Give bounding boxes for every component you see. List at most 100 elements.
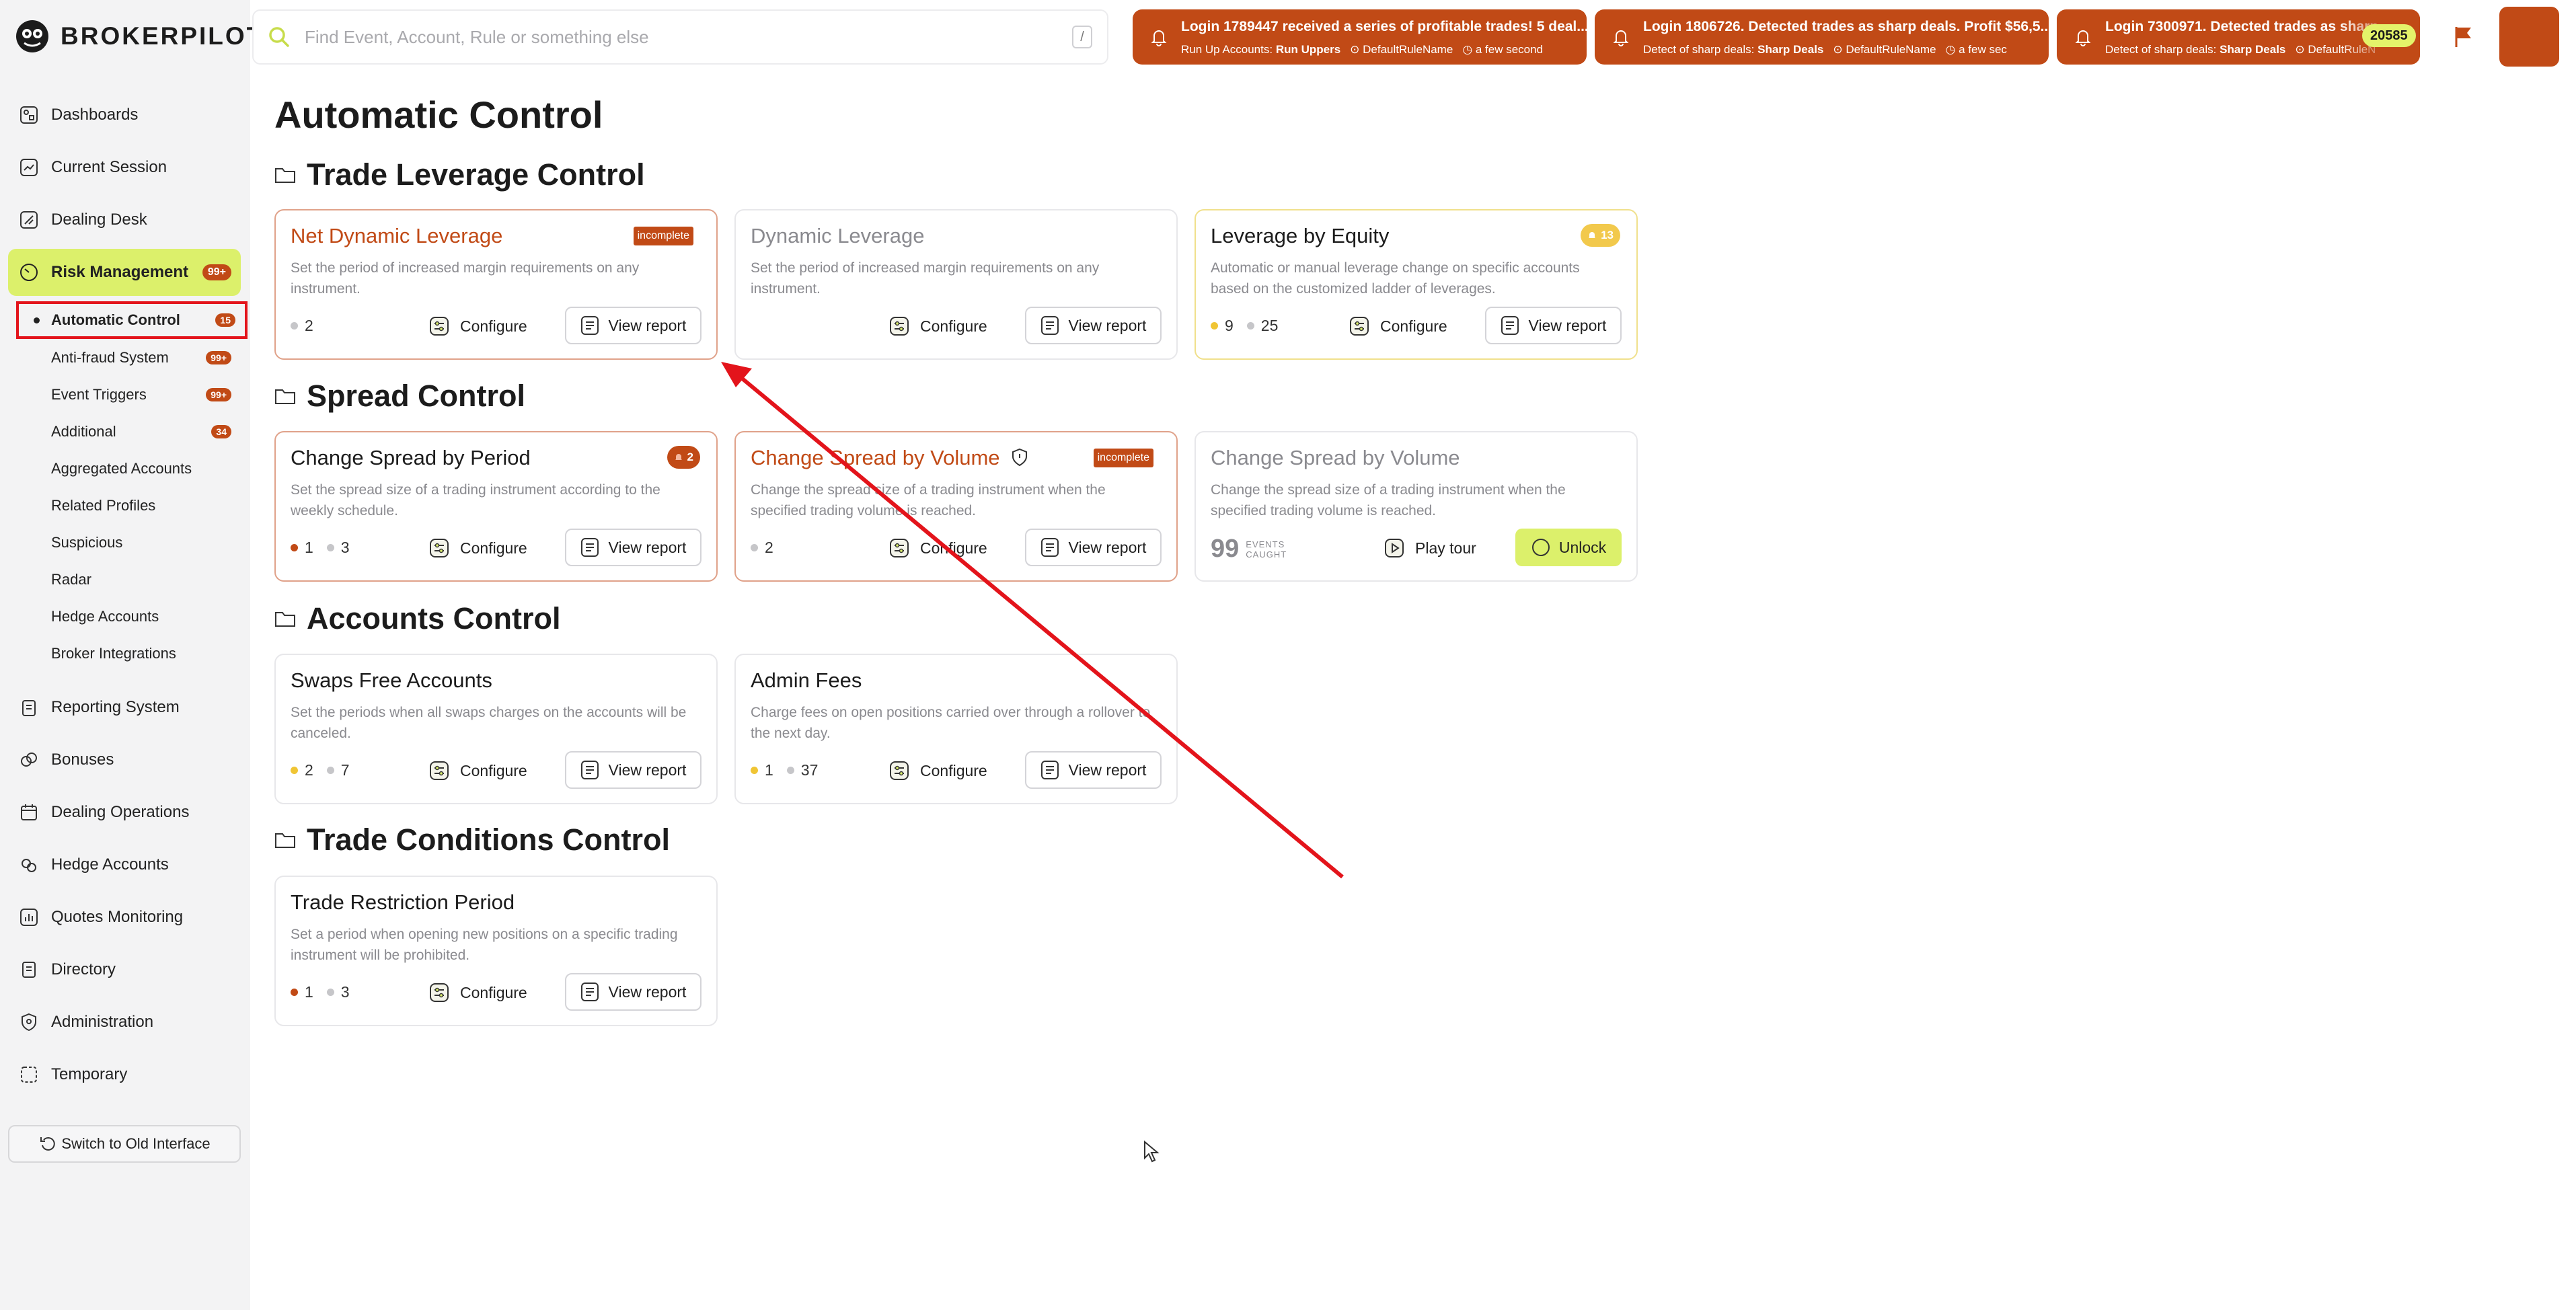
count-value: 2 — [305, 317, 313, 334]
section-label: Trade Conditions Control — [307, 822, 670, 857]
card-trade-restriction-period[interactable]: Trade Restriction Period Set a period wh… — [274, 876, 718, 1026]
notification-group: Run Up Accounts: — [1181, 43, 1273, 56]
notification-group-value: Run Uppers — [1275, 43, 1341, 56]
card-change-spread-by-volume[interactable]: Change Spread by Volume incomplete Chang… — [734, 431, 1178, 582]
report-icon — [580, 316, 599, 335]
card-description: Change the spread size of a trading inst… — [751, 482, 1106, 518]
count-value: 9 — [1225, 317, 1234, 334]
grey-dot-icon — [751, 544, 758, 551]
sub-item-radar[interactable]: Radar — [8, 561, 241, 598]
nav-label: Directory — [51, 960, 116, 978]
play-icon — [1385, 539, 1404, 557]
global-search[interactable]: / — [252, 9, 1108, 65]
bell-icon — [1589, 232, 1596, 238]
sub-item-suspicious[interactable]: Suspicious — [8, 524, 241, 561]
notification-group: Detect of sharp deals: — [2105, 43, 2217, 56]
nav-item-dealing-desk[interactable]: Dealing Desk — [8, 196, 241, 243]
nav-item-quotes-monitoring[interactable]: Quotes Monitoring — [8, 894, 241, 941]
view-report-button[interactable]: View report — [1025, 529, 1162, 566]
dashboard-icon — [20, 106, 38, 124]
sub-item-hedge-accounts[interactable]: Hedge Accounts — [8, 598, 241, 635]
card-admin-fees[interactable]: Admin Fees Charge fees on open positions… — [734, 654, 1178, 804]
nav-item-administration[interactable]: Administration — [8, 999, 241, 1046]
nav-item-current-session[interactable]: Current Session — [8, 144, 241, 191]
unlock-button[interactable]: Unlock — [1515, 529, 1622, 566]
grey-dot-icon — [786, 767, 794, 774]
count-value: 1 — [305, 539, 313, 556]
nav-item-risk-management[interactable]: Risk Management 99+ — [8, 249, 241, 296]
configure-button[interactable]: Configure — [429, 530, 527, 566]
sliders-icon — [430, 539, 449, 557]
count-active: 9 — [1211, 317, 1234, 335]
count-value: 2 — [305, 761, 313, 779]
notification-title: Login 1789447 received a series of profi… — [1181, 19, 1587, 34]
yellow-dot-icon — [291, 767, 298, 774]
view-report-button[interactable]: View report — [565, 751, 702, 789]
configure-button[interactable]: Configure — [889, 530, 987, 566]
nav-item-directory[interactable]: Directory — [8, 946, 241, 993]
card-description: Change the spread size of a trading inst… — [1211, 482, 1566, 518]
sub-item-broker-integrations[interactable]: Broker Integrations — [8, 635, 241, 672]
nav-item-dashboards[interactable]: Dashboards — [8, 91, 241, 139]
configure-button[interactable]: Configure — [1349, 308, 1447, 344]
card-title: Admin Fees — [751, 668, 862, 692]
app-logo[interactable]: BROKERPILOT — [15, 19, 264, 54]
view-report-button[interactable]: View report — [1025, 307, 1162, 344]
configure-button[interactable]: Configure — [889, 308, 987, 344]
notification-toast[interactable]: Login 1806726. Detected trades as sharp … — [1595, 9, 2049, 65]
card-title: Dynamic Leverage — [751, 224, 925, 247]
view-report-button[interactable]: View report — [1025, 751, 1162, 789]
nav-item-reporting-system[interactable]: Reporting System — [8, 684, 241, 731]
sidebar: BROKERPILOT Dashboards Current Session D… — [0, 0, 262, 1310]
card-description: Charge fees on open positions carried ov… — [751, 705, 1151, 741]
red-dot-icon — [291, 989, 298, 996]
card-dynamic-leverage[interactable]: Dynamic Leverage Set the period of incre… — [734, 209, 1178, 360]
sliders-icon — [1350, 317, 1369, 336]
card-leverage-by-equity[interactable]: Leverage by Equity 13 Automatic or manua… — [1195, 209, 1638, 360]
search-input[interactable] — [305, 26, 1045, 48]
user-avatar[interactable] — [2499, 7, 2559, 67]
configure-button[interactable]: Configure — [429, 308, 527, 344]
notification-group-value: Sharp Deals — [1757, 43, 1824, 56]
view-report-button[interactable]: View report — [565, 307, 702, 344]
grey-dot-icon — [291, 322, 298, 330]
sub-item-event-triggers[interactable]: Event Triggers 99+ — [8, 376, 241, 413]
count-value: 37 — [800, 761, 819, 779]
configure-button[interactable]: Configure — [429, 753, 527, 789]
event-count-badge[interactable]: 20585 — [2362, 24, 2416, 47]
card-net-dynamic-leverage[interactable]: Net Dynamic Leverage incomplete Set the … — [274, 209, 718, 360]
nav-label: Quotes Monitoring — [51, 908, 184, 926]
card-change-spread-by-period[interactable]: Change Spread by Period 2 Set the spread… — [274, 431, 718, 582]
sub-item-automatic-control[interactable]: Automatic Control 15 — [16, 301, 248, 339]
sliders-icon — [890, 761, 909, 780]
sub-item-anti-fraud[interactable]: Anti-fraud System 99+ — [8, 339, 241, 376]
switch-old-interface-button[interactable]: Switch to Old Interface — [8, 1125, 241, 1163]
configure-button[interactable]: Configure — [889, 753, 987, 789]
sub-item-aggregated-accounts[interactable]: Aggregated Accounts — [8, 450, 241, 487]
events-label: EVENTS CAUGHT — [1246, 539, 1287, 560]
search-shortcut-key: / — [1072, 26, 1092, 48]
view-report-button[interactable]: View report — [1485, 307, 1622, 344]
sliders-icon — [430, 317, 449, 336]
sub-label: Event Triggers — [51, 385, 147, 403]
sub-item-additional[interactable]: Additional 34 — [8, 413, 241, 450]
nav-item-dealing-operations[interactable]: Dealing Operations — [8, 789, 241, 836]
grey-dot-icon — [326, 989, 334, 996]
undo-icon — [40, 1136, 56, 1151]
sub-item-related-profiles[interactable]: Related Profiles — [8, 487, 241, 524]
card-change-spread-by-volume-locked[interactable]: Change Spread by Volume Change the sprea… — [1195, 431, 1638, 582]
view-report-button[interactable]: View report — [565, 529, 702, 566]
notification-toast[interactable]: Login 1789447 received a series of profi… — [1133, 9, 1587, 65]
configure-button[interactable]: Configure — [429, 974, 527, 1011]
bell-icon — [1151, 30, 1167, 46]
play-tour-button[interactable]: Play tour — [1384, 530, 1476, 566]
flag-icon[interactable] — [2454, 26, 2474, 48]
card-swaps-free-accounts[interactable]: Swaps Free Accounts Set the periods when… — [274, 654, 718, 804]
nav-item-bonuses[interactable]: Bonuses — [8, 736, 241, 783]
hedge-icon — [22, 859, 36, 872]
view-report-button[interactable]: View report — [565, 973, 702, 1011]
app-name: BROKERPILOT — [61, 22, 264, 50]
nav-item-temporary[interactable]: Temporary — [8, 1051, 241, 1098]
view-report-label: View report — [608, 538, 687, 556]
nav-item-hedge-accounts[interactable]: Hedge Accounts — [8, 841, 241, 888]
